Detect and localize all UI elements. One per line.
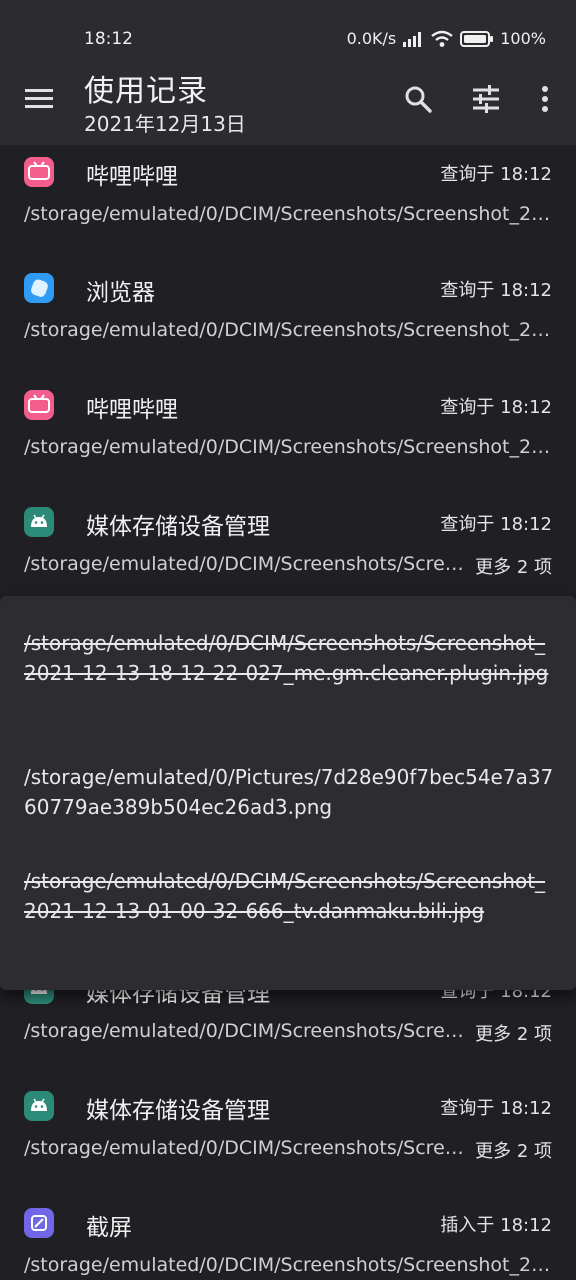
record-time: 查询于 18:12 [440, 280, 552, 301]
app-name: 媒体存储设备管理 [86, 1098, 270, 1124]
net-speed: 0.0K/s [346, 29, 397, 48]
file-path: /storage/emulated/0/DCIM/Screenshots/Scr… [24, 319, 554, 341]
screenshot-icon [24, 1208, 54, 1238]
app-name: 截屏 [86, 1215, 132, 1241]
signal-icon [403, 31, 422, 47]
wifi-icon [431, 30, 453, 47]
browser-icon [24, 273, 54, 303]
record-time: 查询于 18:12 [440, 514, 552, 535]
status-time: 18:12 [84, 29, 133, 49]
search-icon[interactable] [403, 84, 433, 114]
page-date: 2021年12月13日 [84, 112, 246, 136]
file-path: /storage/emulated/0/DCIM/Screenshots/Scr… [24, 1020, 464, 1042]
list-item[interactable]: 哔哩哔哩 查询于 18:12 /storage/emulated/0/DCIM/… [0, 384, 576, 500]
file-path: /storage/emulated/0/DCIM/Screenshots/Scr… [24, 1137, 464, 1159]
battery-level: 100% [500, 29, 546, 48]
status-right: 0.0K/s 100% [347, 29, 546, 48]
app-name: 哔哩哔哩 [86, 397, 178, 423]
file-paths-popup[interactable]: /storage/emulated/0/DCIM/Screenshots/Scr… [0, 596, 576, 990]
app-name: 媒体存储设备管理 [86, 514, 270, 540]
record-time: 查询于 18:12 [440, 1098, 552, 1119]
popup-path-item[interactable]: /storage/emulated/0/Pictures/7d28e90f7be… [24, 762, 554, 822]
record-time: 查询于 18:12 [440, 164, 552, 185]
file-path: /storage/emulated/0/DCIM/Screenshots/Scr… [24, 553, 464, 575]
app-name: 哔哩哔哩 [86, 164, 178, 190]
app-name: 浏览器 [86, 280, 155, 306]
bilibili-icon [24, 157, 54, 187]
battery-icon [460, 30, 494, 47]
filter-sliders-icon[interactable] [471, 84, 501, 114]
list-item[interactable]: 浏览器 查询于 18:12 /storage/emulated/0/DCIM/S… [0, 267, 576, 383]
status-bar: 18:12 0.0K/s 100% [0, 0, 576, 70]
menu-icon[interactable] [22, 84, 56, 114]
more-vert-icon[interactable] [530, 84, 560, 114]
file-path: /storage/emulated/0/DCIM/Screenshots/Scr… [24, 1254, 554, 1276]
record-time: 插入于 18:12 [440, 1215, 552, 1236]
more-count: 更多 2 项 [475, 557, 552, 578]
page-title: 使用记录 [84, 74, 208, 109]
popup-path-item[interactable]: /storage/emulated/0/DCIM/Screenshots/Scr… [24, 866, 554, 926]
list-item[interactable]: 媒体存储设备管理 查询于 18:12 /storage/emulated/0/D… [0, 1085, 576, 1201]
list-item[interactable]: 哔哩哔哩 查询于 18:12 /storage/emulated/0/DCIM/… [0, 151, 576, 267]
android-icon [24, 507, 54, 537]
file-path: /storage/emulated/0/DCIM/Screenshots/Scr… [24, 436, 554, 458]
android-icon [24, 1091, 54, 1121]
popup-path-item[interactable]: /storage/emulated/0/DCIM/Screenshots/Scr… [24, 628, 554, 688]
file-path: /storage/emulated/0/DCIM/Screenshots/Scr… [24, 203, 554, 225]
list-item[interactable]: 截屏 插入于 18:12 /storage/emulated/0/DCIM/Sc… [0, 1202, 576, 1280]
app-bar: 18:12 0.0K/s 100% 使用记录 2021年12月13日 [0, 0, 576, 145]
more-count: 更多 2 项 [475, 1141, 552, 1162]
bilibili-icon [24, 390, 54, 420]
more-count: 更多 2 项 [475, 1024, 552, 1045]
record-time: 查询于 18:12 [440, 397, 552, 418]
